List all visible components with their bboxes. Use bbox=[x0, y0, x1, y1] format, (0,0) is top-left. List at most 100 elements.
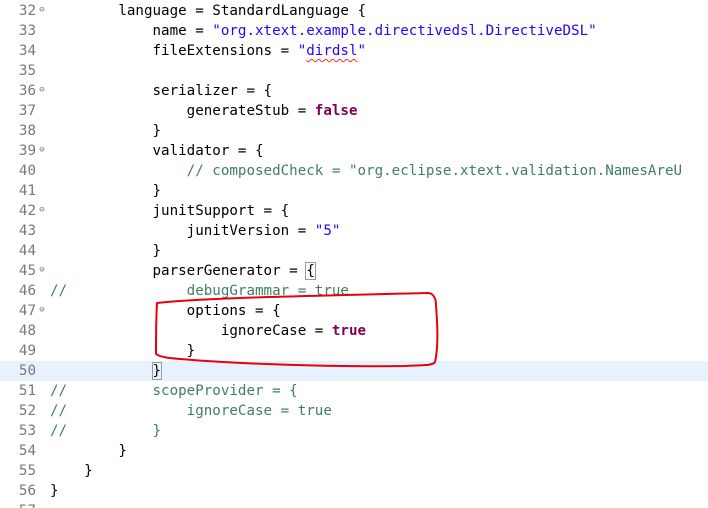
comment: // bbox=[50, 283, 68, 299]
code-token: junitSupport = { bbox=[50, 203, 290, 219]
fold-collapse-icon[interactable]: ⊖ bbox=[38, 266, 46, 275]
comment: } bbox=[67, 423, 162, 439]
code-text: // ignoreCase = true bbox=[50, 401, 332, 421]
code-line[interactable]: 34 fileExtensions = "dirdsl" bbox=[0, 41, 708, 61]
code-line[interactable]: 52 // ignoreCase = true bbox=[0, 401, 708, 421]
line-number: 37 bbox=[18, 103, 36, 119]
code-line[interactable]: 53 // } bbox=[0, 421, 708, 441]
code-token: } bbox=[50, 343, 196, 359]
line-number: 32 bbox=[18, 3, 36, 19]
code-text: language = StandardLanguage { bbox=[50, 1, 366, 21]
line-number: 45 bbox=[18, 263, 36, 279]
comment: ignoreCase = true bbox=[67, 403, 332, 419]
code-line[interactable]: 47 ⊖ options = { bbox=[0, 301, 708, 321]
code-token: } bbox=[50, 463, 93, 479]
matching-bracket: } bbox=[151, 362, 162, 380]
code-text: } bbox=[50, 461, 93, 481]
string-literal: "org.xtext.example.directivedsl.Directiv… bbox=[212, 23, 597, 39]
line-number: 43 bbox=[18, 223, 36, 239]
comment: scopeProvider = { bbox=[67, 383, 298, 399]
code-line[interactable]: 43 junitVersion = "5" bbox=[0, 221, 708, 241]
code-text: // scopeProvider = { bbox=[50, 381, 298, 401]
code-line[interactable]: 45 ⊖ parserGenerator = { bbox=[0, 261, 708, 281]
line-number: 51 bbox=[18, 383, 36, 399]
code-line[interactable]: 42 ⊖ junitSupport = { bbox=[0, 201, 708, 221]
fold-collapse-icon[interactable]: ⊖ bbox=[38, 86, 46, 95]
fold-collapse-icon[interactable]: ⊖ bbox=[38, 6, 46, 15]
code-text: junitVersion = "5" bbox=[50, 221, 341, 241]
code-text: } bbox=[50, 181, 161, 201]
code-token: junitVersion = bbox=[50, 223, 315, 239]
code-line[interactable]: 50 } bbox=[0, 361, 708, 381]
code-line[interactable]: 41 } bbox=[0, 181, 708, 201]
code-token: options = { bbox=[50, 303, 281, 319]
code-line[interactable]: 55 } bbox=[0, 461, 708, 481]
line-number: 39 bbox=[18, 143, 36, 159]
line-number: 54 bbox=[18, 443, 36, 459]
code-line[interactable]: 57 bbox=[0, 501, 708, 508]
line-number: 41 bbox=[18, 183, 36, 199]
code-line[interactable]: 44 } bbox=[0, 241, 708, 261]
comment: debugGrammar = true bbox=[67, 283, 349, 299]
line-number: 53 bbox=[18, 423, 36, 439]
code-line[interactable]: 38 } bbox=[0, 121, 708, 141]
code-line[interactable]: 40 // composedCheck = "org.eclipse.xtext… bbox=[0, 161, 708, 181]
code-line[interactable]: 46 // debugGrammar = true bbox=[0, 281, 708, 301]
comment: // composedCheck = "org.eclipse.xtext.va… bbox=[50, 163, 683, 179]
code-line[interactable]: 37 generateStub = false bbox=[0, 101, 708, 121]
code-text: } bbox=[50, 241, 161, 261]
code-text: junitSupport = { bbox=[50, 201, 289, 221]
line-number: 50 bbox=[18, 363, 36, 379]
code-token: ignoreCase = bbox=[50, 323, 332, 339]
line-number: 42 bbox=[18, 203, 36, 219]
code-token: validator = { bbox=[50, 143, 264, 159]
code-token: } bbox=[50, 123, 162, 139]
code-text: parserGenerator = { bbox=[50, 261, 316, 281]
comment: // bbox=[50, 403, 68, 419]
code-text: } bbox=[50, 481, 59, 501]
code-line[interactable]: 32 ⊖ language = StandardLanguage { bbox=[0, 1, 708, 21]
fold-collapse-icon[interactable]: ⊖ bbox=[38, 306, 46, 315]
code-text: } bbox=[50, 361, 163, 381]
line-number: 47 bbox=[18, 303, 36, 319]
keyword: true bbox=[331, 323, 367, 339]
code-line[interactable]: 49 } bbox=[0, 341, 708, 361]
code-text: } bbox=[50, 121, 161, 141]
code-text: serializer = { bbox=[50, 81, 272, 101]
line-number: 57 bbox=[0, 501, 36, 508]
code-text: name = "org.xtext.example.directivedsl.D… bbox=[50, 21, 597, 41]
comment: // bbox=[50, 423, 68, 439]
code-line[interactable]: 51 // scopeProvider = { bbox=[0, 381, 708, 401]
code-text: } bbox=[50, 341, 196, 361]
code-editor[interactable]: 32 ⊖ language = StandardLanguage {33 name… bbox=[0, 0, 708, 508]
line-number: 35 bbox=[18, 63, 36, 79]
line-number: 46 bbox=[18, 283, 36, 299]
code-token: } bbox=[50, 483, 59, 499]
code-line[interactable]: 36 ⊖ serializer = { bbox=[0, 81, 708, 101]
line-number: 52 bbox=[18, 403, 36, 419]
fold-collapse-icon[interactable]: ⊖ bbox=[38, 146, 46, 155]
line-number: 56 bbox=[18, 483, 36, 499]
code-line[interactable]: 56} bbox=[0, 481, 708, 501]
code-token: generateStub = bbox=[50, 103, 315, 119]
code-line[interactable]: 33 name = "org.xtext.example.directiveds… bbox=[0, 21, 708, 41]
code-text: options = { bbox=[50, 301, 281, 321]
string-literal: "5" bbox=[314, 223, 341, 239]
comment: // bbox=[50, 383, 68, 399]
code-line[interactable]: 35 bbox=[0, 61, 708, 81]
code-text: ignoreCase = true bbox=[50, 321, 366, 341]
code-token: fileExtensions = bbox=[50, 43, 298, 59]
code-line[interactable]: 48 ignoreCase = true bbox=[0, 321, 708, 341]
code-line[interactable]: 39 ⊖ validator = { bbox=[0, 141, 708, 161]
line-number: 33 bbox=[18, 23, 36, 39]
code-token: serializer = { bbox=[50, 83, 273, 99]
code-token: parserGenerator = bbox=[50, 263, 307, 279]
keyword: false bbox=[314, 103, 358, 119]
code-token: language = StandardLanguage { bbox=[50, 3, 367, 19]
code-line[interactable]: 54 } bbox=[0, 441, 708, 461]
fold-collapse-icon[interactable]: ⊖ bbox=[38, 206, 46, 215]
string-literal: " bbox=[297, 43, 307, 59]
line-number: 34 bbox=[18, 43, 36, 59]
code-token: } bbox=[50, 243, 162, 259]
